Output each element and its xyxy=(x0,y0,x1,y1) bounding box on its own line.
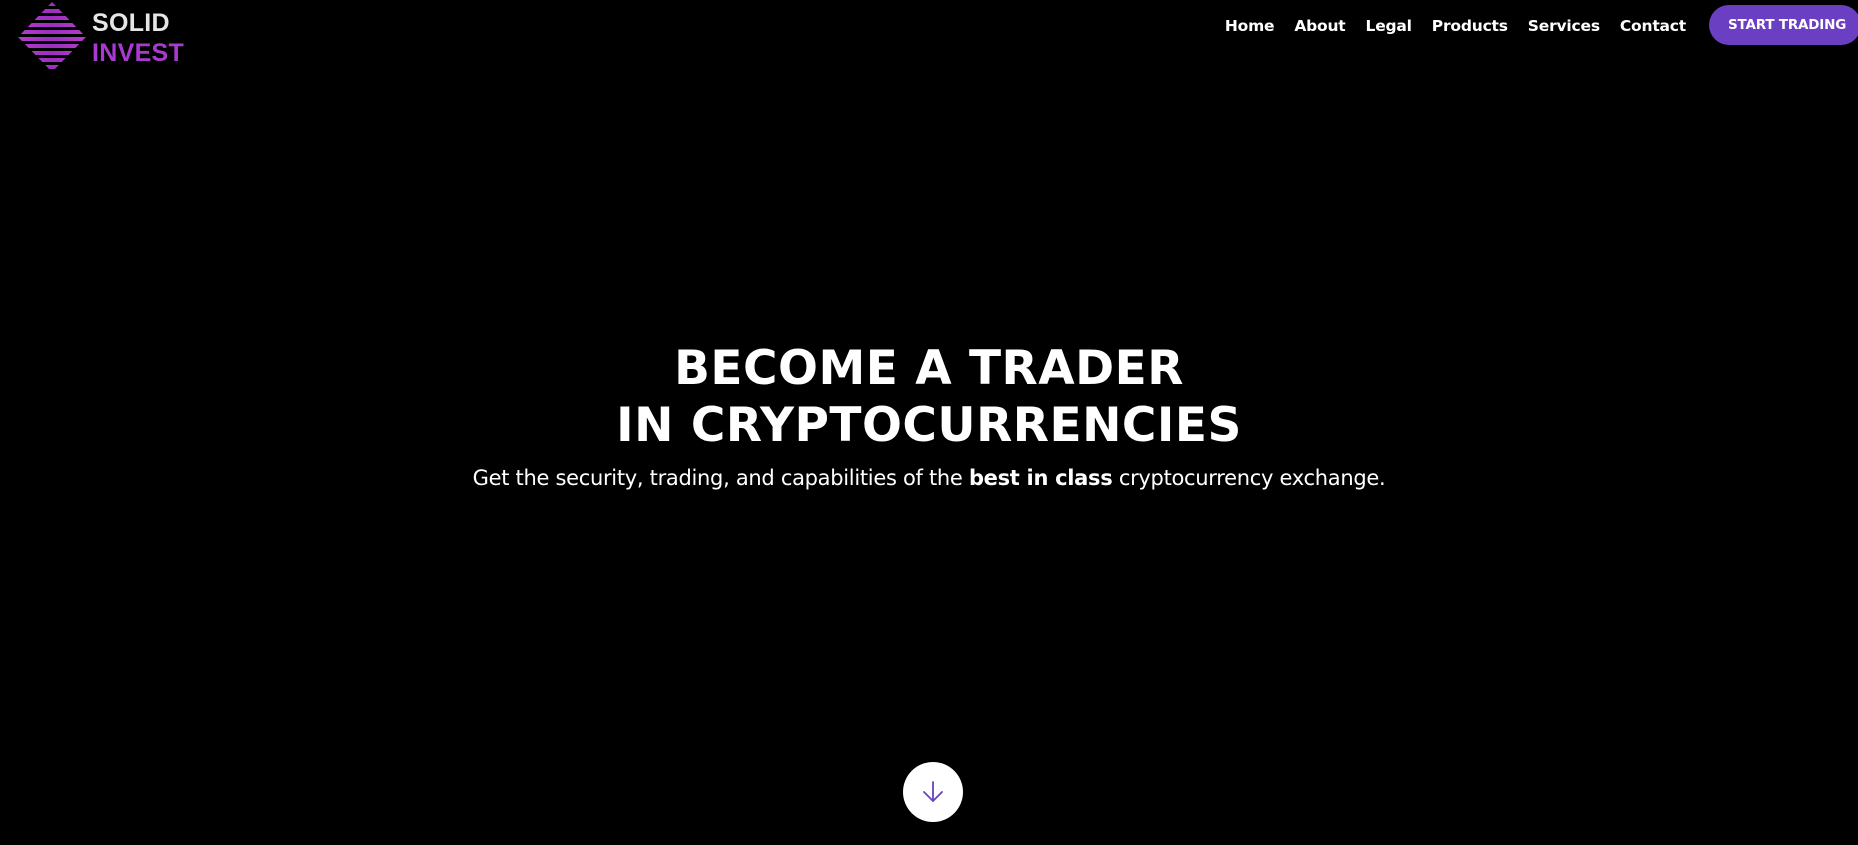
hero-subtitle: Get the security, trading, and capabilit… xyxy=(0,463,1858,493)
hero-subtitle-emphasis: best in class xyxy=(968,466,1113,490)
hero-title-line2: IN CRYPTOCURRENCIES xyxy=(616,398,1242,453)
striped-diamond-logo-icon xyxy=(18,2,86,69)
hero-title: BECOME A TRADER IN CRYPTOCURRENCIES xyxy=(0,340,1858,454)
nav-link-about[interactable]: About xyxy=(1294,17,1345,35)
site-header: SOLID INVEST Home About Legal Products S… xyxy=(0,0,1858,75)
brand-wordmark: SOLID INVEST xyxy=(92,2,184,68)
nav-link-home[interactable]: Home xyxy=(1225,17,1275,35)
start-trading-button[interactable]: START TRADING xyxy=(1709,5,1858,45)
main-nav: Home About Legal Products Services Conta… xyxy=(1225,14,1686,38)
hero-subtitle-start: Get the security, trading, and capabilit… xyxy=(472,466,969,490)
arrow-down-icon xyxy=(923,781,943,802)
hero-subtitle-end: cryptocurrency exchange. xyxy=(1112,466,1386,490)
brand-logo-link[interactable]: SOLID INVEST xyxy=(18,2,184,72)
nav-link-legal[interactable]: Legal xyxy=(1366,17,1412,35)
brand-name-line1: SOLID xyxy=(92,9,170,37)
hero-section: BECOME A TRADER IN CRYPTOCURRENCIES Get … xyxy=(0,340,1858,493)
brand-name-line2: INVEST xyxy=(92,39,185,67)
nav-link-contact[interactable]: Contact xyxy=(1620,17,1686,35)
hero-title-line1: BECOME A TRADER xyxy=(674,341,1184,396)
scroll-down-button[interactable] xyxy=(903,762,963,822)
nav-link-products[interactable]: Products xyxy=(1432,17,1508,35)
nav-link-services[interactable]: Services xyxy=(1528,17,1600,35)
